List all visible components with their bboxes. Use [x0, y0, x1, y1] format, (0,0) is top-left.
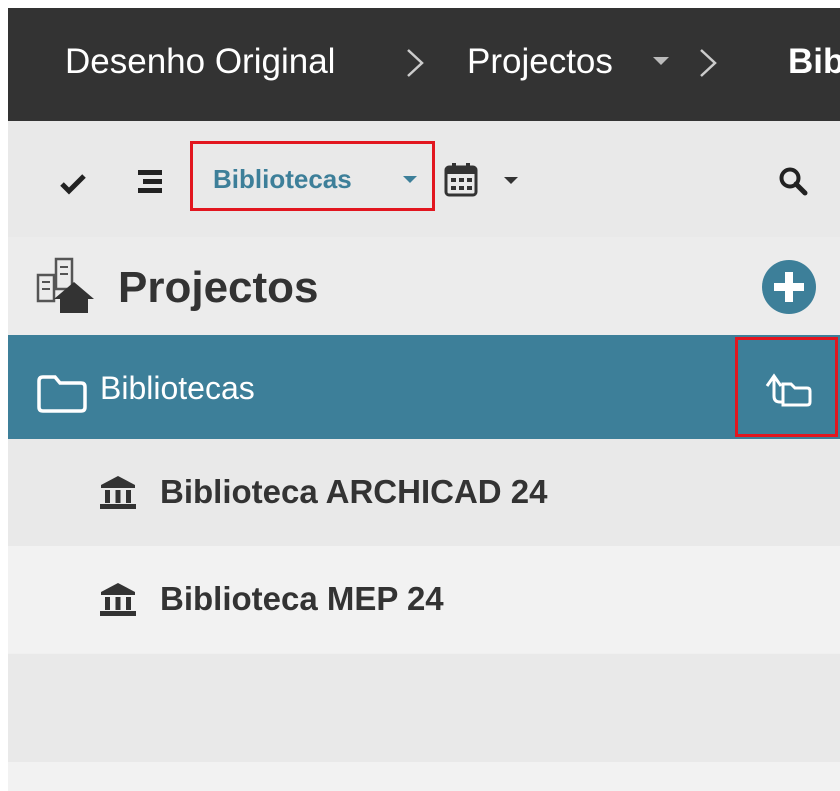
- chevron-right-icon: [407, 49, 424, 77]
- chevron-down-icon[interactable]: [653, 57, 669, 65]
- page-title: Projectos: [118, 263, 319, 312]
- library-building-icon: [100, 583, 136, 616]
- chevron-right-icon: [700, 49, 717, 77]
- toolbar: Bibliotecas: [8, 121, 840, 237]
- check-icon[interactable]: [60, 173, 86, 195]
- chevron-down-icon: [403, 176, 417, 183]
- list-icon[interactable]: [136, 169, 164, 195]
- folder-icon: [37, 375, 87, 413]
- panel-header: Projectos: [8, 237, 840, 335]
- list-item[interactable]: Biblioteca MEP 24: [8, 546, 840, 653]
- breadcrumb-item-current: Bib: [788, 42, 840, 81]
- buildings-icon: [36, 257, 94, 313]
- search-icon[interactable]: [778, 166, 808, 196]
- folder-label: Bibliotecas: [100, 370, 255, 406]
- calendar-icon[interactable]: [443, 162, 479, 198]
- chevron-down-icon[interactable]: [504, 177, 518, 184]
- list-item-label: Biblioteca ARCHICAD 24: [160, 473, 548, 510]
- empty-row: [8, 654, 840, 762]
- folder-up-button[interactable]: [735, 337, 838, 437]
- library-building-icon: [100, 476, 136, 509]
- empty-row: [8, 762, 840, 791]
- breadcrumb-item-projectos[interactable]: Projectos: [467, 42, 613, 82]
- folder-row-bibliotecas[interactable]: Bibliotecas: [8, 335, 840, 439]
- library-dropdown-label: Bibliotecas: [213, 164, 352, 194]
- list-item-label: Biblioteca MEP 24: [160, 580, 444, 617]
- list-item[interactable]: Biblioteca ARCHICAD 24: [8, 439, 840, 546]
- app-frame: Desenho Original Projectos Bib Bibliotec…: [8, 8, 840, 791]
- folder-up-icon: [765, 373, 812, 407]
- breadcrumb: Desenho Original Projectos Bib: [8, 8, 840, 121]
- library-dropdown[interactable]: Bibliotecas: [190, 141, 435, 211]
- breadcrumb-item-desenho-original[interactable]: Desenho Original: [65, 42, 335, 82]
- plus-circle-icon[interactable]: [761, 259, 817, 315]
